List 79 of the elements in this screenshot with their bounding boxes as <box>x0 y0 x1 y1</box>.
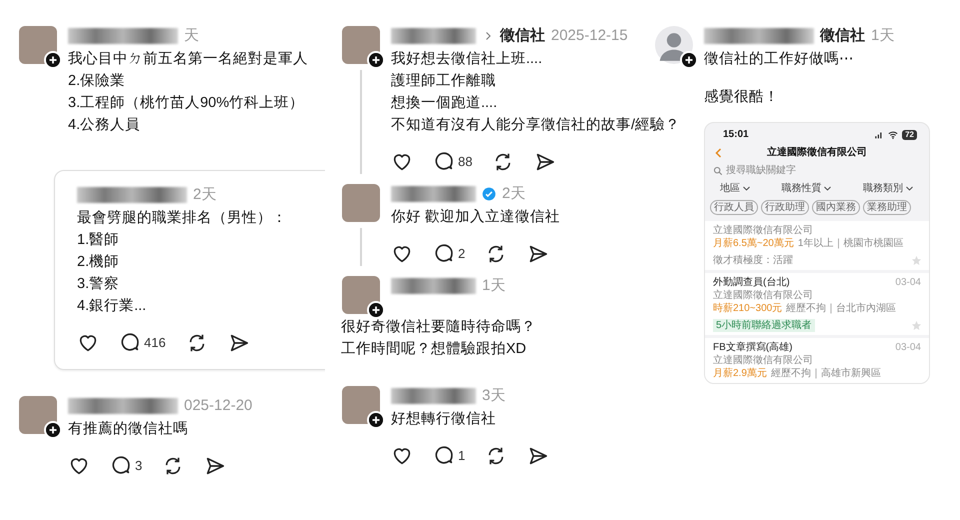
wifi-icon <box>888 130 898 140</box>
comment-button[interactable]: 88 <box>433 151 472 173</box>
signal-icon <box>874 130 884 140</box>
hiring-status: 徵才積極度：活躍 <box>713 254 793 267</box>
comment-button[interactable]: 416 <box>119 332 166 354</box>
post-text: 很好奇徵信社要隨時待命嗎？ <box>341 318 536 337</box>
salary-text: 時薪210~300元 <box>713 302 782 315</box>
post-text: 4.公務人員 <box>68 116 140 135</box>
topic-tag[interactable]: 徵信社 <box>500 26 545 46</box>
post-text: 徵信社的工作好做嗎⋯ <box>704 50 854 69</box>
post-time: 025-12-20 <box>184 396 252 416</box>
filter-dropdown[interactable]: 職務性質 <box>781 182 832 195</box>
post-time: 1天 <box>482 276 506 296</box>
tag-chip[interactable]: 行政助理 <box>761 200 809 215</box>
post-time: 天 <box>184 26 199 46</box>
post-text: 最會劈腿的職業排名（男性）： <box>77 209 287 228</box>
share-button[interactable] <box>534 151 556 173</box>
chevron-down-icon <box>904 184 914 193</box>
follow-plus-icon[interactable] <box>44 51 62 69</box>
battery-indicator: 72 <box>902 130 917 140</box>
comment-button[interactable]: 2 <box>433 243 466 265</box>
share-button[interactable] <box>527 445 550 467</box>
company-name: 立達國際徵信有限公司 <box>713 289 814 302</box>
post-text: 2.保險業 <box>68 72 126 91</box>
post-text: 3.工程師（桃竹苗人90%竹科上班） <box>68 94 304 113</box>
post-text: 4.銀行業... <box>77 297 146 316</box>
salary-text: 月薪2.9萬元 <box>713 367 767 380</box>
salary-text: 月薪6.5萬~20萬元 <box>713 237 794 250</box>
share-button[interactable] <box>527 243 550 265</box>
company-name: 立達國際徵信有限公司 <box>713 224 814 237</box>
post-text: 我好想去徵信社上班.... <box>391 50 542 69</box>
job-title[interactable]: FB文章撰寫(高雄) <box>713 341 792 354</box>
job-title[interactable]: 外勤調查員(台北) <box>713 276 790 289</box>
chevron-down-icon <box>742 184 752 193</box>
post-text: 3.警察 <box>77 274 120 294</box>
post-time: 3天 <box>482 386 506 406</box>
post-text: 護理師工作離職 <box>391 72 496 91</box>
post-text: 1.醫師 <box>77 231 120 250</box>
comment-button[interactable]: 3 <box>110 455 142 477</box>
company-name: 立達國際徵信有限公司 <box>713 354 814 367</box>
share-button[interactable] <box>204 455 226 477</box>
post-text: 工作時間呢？想體驗跟拍XD <box>341 340 526 359</box>
tag-chip[interactable]: 國內業務 <box>812 200 860 215</box>
job-details: 經歷不拘｜高雄市新興區 <box>770 367 881 380</box>
star-icon[interactable] <box>911 255 922 266</box>
post-text: 2.機師 <box>77 253 120 272</box>
job-date: 03-04 <box>895 341 921 354</box>
job-date: 03-04 <box>895 276 921 289</box>
follow-plus-icon[interactable] <box>680 51 698 69</box>
post-time: 2天 <box>502 184 526 204</box>
topic-tag[interactable]: 徵信社 <box>820 26 865 46</box>
comment-button[interactable]: 1 <box>433 445 466 467</box>
post-text: 想換一個跑道.... <box>391 94 498 113</box>
status-badge: 5小時前聯絡過求職者 <box>713 319 815 332</box>
chevron-down-icon <box>823 184 832 193</box>
follow-plus-icon[interactable] <box>44 421 62 439</box>
post-text: 好想轉行徵信社 <box>391 410 496 429</box>
post-time: 1天 <box>871 26 894 46</box>
tag-chip[interactable]: 行政人員 <box>710 200 758 215</box>
post-text: 我心目中ㄉ前五名第一名絕對是軍人 <box>68 50 308 69</box>
status-time: 15:01 <box>723 128 749 141</box>
job-details: 經歷不拘｜台北市內湖區 <box>786 302 896 315</box>
quoted-post-card[interactable]: 2天 最會劈腿的職業排名（男性）： 1.醫師 2.機師 3.警察 4.銀行業... 416 <box>54 170 325 370</box>
post-time: 2天 <box>193 185 216 205</box>
tag-chip[interactable]: 業務助理 <box>863 200 911 215</box>
star-icon[interactable] <box>911 320 922 331</box>
post-time: 2025-12-15 <box>551 26 628 46</box>
post-text: 感覺很酷！ <box>704 88 779 107</box>
post-text: 不知道有沒有人能分享徵信社的故事/經驗？ <box>391 116 680 135</box>
filter-dropdown[interactable]: 職務類別 <box>862 182 914 195</box>
post-text: 你好 歡迎加入立達徵信社 <box>391 208 560 227</box>
search-icon <box>713 166 723 176</box>
post-text: 有推薦的徵信社嗎 <box>68 420 188 439</box>
follow-plus-icon[interactable] <box>367 411 385 429</box>
page-title: 立達國際徵信有限公司 <box>766 146 868 159</box>
job-details: 1年以上｜桃園市桃園區 <box>798 237 904 250</box>
follow-plus-icon[interactable] <box>367 301 385 319</box>
filter-dropdown[interactable]: 地區 <box>720 182 752 195</box>
follow-plus-icon[interactable] <box>367 51 385 69</box>
